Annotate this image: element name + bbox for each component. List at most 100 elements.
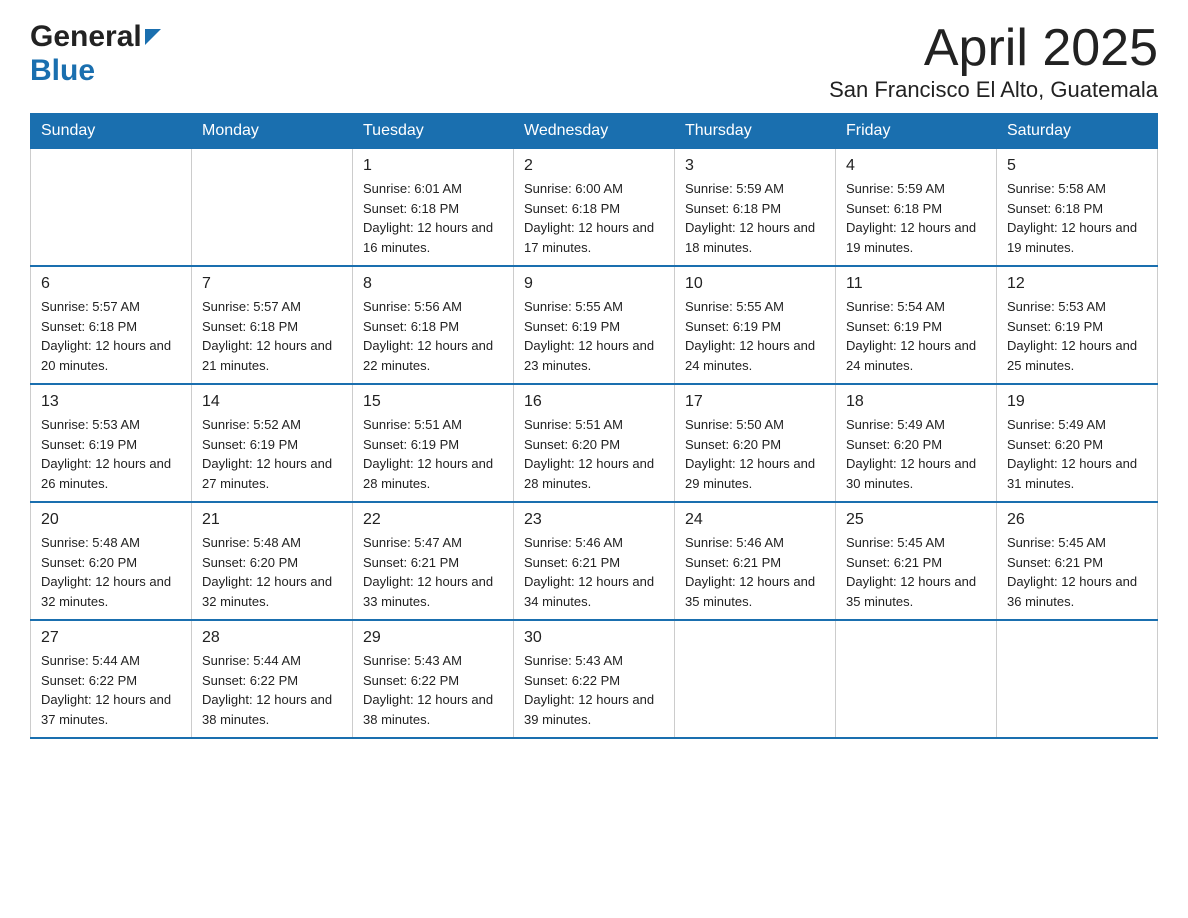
- calendar-cell: 3 Sunrise: 5:59 AMSunset: 6:18 PMDaylight…: [675, 149, 836, 267]
- day-number: 7: [202, 275, 342, 293]
- logo-general-text: General: [30, 20, 142, 54]
- day-number: 8: [363, 275, 503, 293]
- day-info: Sunrise: 5:43 AMSunset: 6:22 PMDaylight:…: [363, 651, 503, 729]
- calendar-cell: 15 Sunrise: 5:51 AMSunset: 6:19 PMDayligh…: [353, 384, 514, 502]
- page-header: General Blue April 2025 San Francisco El…: [30, 20, 1158, 103]
- day-number: 16: [524, 393, 664, 411]
- day-number: 23: [524, 511, 664, 529]
- calendar-cell: 8 Sunrise: 5:56 AMSunset: 6:18 PMDaylight…: [353, 266, 514, 384]
- calendar-cell: 9 Sunrise: 5:55 AMSunset: 6:19 PMDaylight…: [514, 266, 675, 384]
- day-number: 4: [846, 157, 986, 175]
- calendar-cell: 29 Sunrise: 5:43 AMSunset: 6:22 PMDayligh…: [353, 620, 514, 738]
- calendar-week-4: 20 Sunrise: 5:48 AMSunset: 6:20 PMDayligh…: [31, 502, 1158, 620]
- day-number: 18: [846, 393, 986, 411]
- day-number: 13: [41, 393, 181, 411]
- calendar-cell: 1 Sunrise: 6:01 AMSunset: 6:18 PMDaylight…: [353, 149, 514, 267]
- calendar-cell: 2 Sunrise: 6:00 AMSunset: 6:18 PMDaylight…: [514, 149, 675, 267]
- calendar-header-saturday: Saturday: [997, 114, 1158, 149]
- day-info: Sunrise: 5:53 AMSunset: 6:19 PMDaylight:…: [41, 415, 181, 493]
- day-number: 26: [1007, 511, 1147, 529]
- calendar-week-3: 13 Sunrise: 5:53 AMSunset: 6:19 PMDayligh…: [31, 384, 1158, 502]
- calendar-cell: 25Sunrise: 5:45 AMSunset: 6:21 PMDayligh…: [836, 502, 997, 620]
- calendar-cell: 28 Sunrise: 5:44 AMSunset: 6:22 PMDayligh…: [192, 620, 353, 738]
- calendar-cell: 27Sunrise: 5:44 AMSunset: 6:22 PMDayligh…: [31, 620, 192, 738]
- day-info: Sunrise: 5:47 AMSunset: 6:21 PMDaylight:…: [363, 533, 503, 611]
- calendar-week-5: 27Sunrise: 5:44 AMSunset: 6:22 PMDayligh…: [31, 620, 1158, 738]
- calendar-cell: [675, 620, 836, 738]
- day-info: Sunrise: 5:48 AMSunset: 6:20 PMDaylight:…: [41, 533, 181, 611]
- day-number: 19: [1007, 393, 1147, 411]
- day-number: 3: [685, 157, 825, 175]
- day-number: 24: [685, 511, 825, 529]
- calendar-cell: 11 Sunrise: 5:54 AMSunset: 6:19 PMDayligh…: [836, 266, 997, 384]
- day-number: 1: [363, 157, 503, 175]
- day-info: Sunrise: 5:49 AMSunset: 6:20 PMDaylight:…: [1007, 415, 1147, 493]
- day-info: Sunrise: 6:01 AMSunset: 6:18 PMDaylight:…: [363, 179, 503, 257]
- calendar-cell: 20 Sunrise: 5:48 AMSunset: 6:20 PMDayligh…: [31, 502, 192, 620]
- day-info: Sunrise: 5:44 AMSunset: 6:22 PMDaylight:…: [202, 651, 342, 729]
- logo: General Blue: [30, 20, 161, 88]
- calendar-cell: [192, 149, 353, 267]
- calendar-header-row: SundayMondayTuesdayWednesdayThursdayFrid…: [31, 114, 1158, 149]
- calendar-cell: 4Sunrise: 5:59 AMSunset: 6:18 PMDaylight…: [836, 149, 997, 267]
- title-block: April 2025 San Francisco El Alto, Guatem…: [829, 20, 1158, 103]
- day-info: Sunrise: 5:56 AMSunset: 6:18 PMDaylight:…: [363, 297, 503, 375]
- calendar-cell: 24 Sunrise: 5:46 AMSunset: 6:21 PMDayligh…: [675, 502, 836, 620]
- day-number: 10: [685, 275, 825, 293]
- calendar-header-tuesday: Tuesday: [353, 114, 514, 149]
- calendar-cell: 21 Sunrise: 5:48 AMSunset: 6:20 PMDayligh…: [192, 502, 353, 620]
- calendar-cell: 13 Sunrise: 5:53 AMSunset: 6:19 PMDayligh…: [31, 384, 192, 502]
- calendar-cell: 17 Sunrise: 5:50 AMSunset: 6:20 PMDayligh…: [675, 384, 836, 502]
- day-number: 2: [524, 157, 664, 175]
- day-info: Sunrise: 5:52 AMSunset: 6:19 PMDaylight:…: [202, 415, 342, 493]
- day-info: Sunrise: 5:49 AMSunset: 6:20 PMDaylight:…: [846, 415, 986, 493]
- day-info: Sunrise: 5:43 AMSunset: 6:22 PMDaylight:…: [524, 651, 664, 729]
- calendar-table: SundayMondayTuesdayWednesdayThursdayFrid…: [30, 113, 1158, 739]
- calendar-week-1: 1 Sunrise: 6:01 AMSunset: 6:18 PMDaylight…: [31, 149, 1158, 267]
- day-info: Sunrise: 5:51 AMSunset: 6:19 PMDaylight:…: [363, 415, 503, 493]
- day-info: Sunrise: 5:48 AMSunset: 6:20 PMDaylight:…: [202, 533, 342, 611]
- day-info: Sunrise: 5:59 AMSunset: 6:18 PMDaylight:…: [685, 179, 825, 257]
- calendar-week-2: 6 Sunrise: 5:57 AMSunset: 6:18 PMDaylight…: [31, 266, 1158, 384]
- day-info: Sunrise: 5:55 AMSunset: 6:19 PMDaylight:…: [685, 297, 825, 375]
- day-info: Sunrise: 5:55 AMSunset: 6:19 PMDaylight:…: [524, 297, 664, 375]
- day-info: Sunrise: 5:51 AMSunset: 6:20 PMDaylight:…: [524, 415, 664, 493]
- day-number: 20: [41, 511, 181, 529]
- calendar-cell: 22Sunrise: 5:47 AMSunset: 6:21 PMDayligh…: [353, 502, 514, 620]
- calendar-cell: 5Sunrise: 5:58 AMSunset: 6:18 PMDaylight…: [997, 149, 1158, 267]
- calendar-cell: [836, 620, 997, 738]
- calendar-header-sunday: Sunday: [31, 114, 192, 149]
- calendar-header-wednesday: Wednesday: [514, 114, 675, 149]
- day-info: Sunrise: 6:00 AMSunset: 6:18 PMDaylight:…: [524, 179, 664, 257]
- day-number: 28: [202, 629, 342, 647]
- day-info: Sunrise: 5:57 AMSunset: 6:18 PMDaylight:…: [202, 297, 342, 375]
- day-info: Sunrise: 5:53 AMSunset: 6:19 PMDaylight:…: [1007, 297, 1147, 375]
- day-info: Sunrise: 5:54 AMSunset: 6:19 PMDaylight:…: [846, 297, 986, 375]
- day-number: 15: [363, 393, 503, 411]
- calendar-cell: 7 Sunrise: 5:57 AMSunset: 6:18 PMDaylight…: [192, 266, 353, 384]
- day-info: Sunrise: 5:50 AMSunset: 6:20 PMDaylight:…: [685, 415, 825, 493]
- day-number: 25: [846, 511, 986, 529]
- day-number: 29: [363, 629, 503, 647]
- day-number: 21: [202, 511, 342, 529]
- calendar-cell: 19 Sunrise: 5:49 AMSunset: 6:20 PMDayligh…: [997, 384, 1158, 502]
- calendar-cell: 10 Sunrise: 5:55 AMSunset: 6:19 PMDayligh…: [675, 266, 836, 384]
- calendar-title: April 2025: [829, 20, 1158, 77]
- calendar-cell: 23 Sunrise: 5:46 AMSunset: 6:21 PMDayligh…: [514, 502, 675, 620]
- calendar-cell: 12 Sunrise: 5:53 AMSunset: 6:19 PMDayligh…: [997, 266, 1158, 384]
- day-info: Sunrise: 5:45 AMSunset: 6:21 PMDaylight:…: [1007, 533, 1147, 611]
- day-number: 17: [685, 393, 825, 411]
- calendar-header-thursday: Thursday: [675, 114, 836, 149]
- day-number: 9: [524, 275, 664, 293]
- calendar-cell: [31, 149, 192, 267]
- calendar-cell: 16 Sunrise: 5:51 AMSunset: 6:20 PMDayligh…: [514, 384, 675, 502]
- day-info: Sunrise: 5:46 AMSunset: 6:21 PMDaylight:…: [685, 533, 825, 611]
- day-number: 6: [41, 275, 181, 293]
- calendar-cell: [997, 620, 1158, 738]
- day-number: 12: [1007, 275, 1147, 293]
- day-number: 11: [846, 275, 986, 293]
- day-info: Sunrise: 5:46 AMSunset: 6:21 PMDaylight:…: [524, 533, 664, 611]
- day-number: 5: [1007, 157, 1147, 175]
- logo-blue-text: Blue: [30, 54, 95, 87]
- calendar-cell: 26 Sunrise: 5:45 AMSunset: 6:21 PMDayligh…: [997, 502, 1158, 620]
